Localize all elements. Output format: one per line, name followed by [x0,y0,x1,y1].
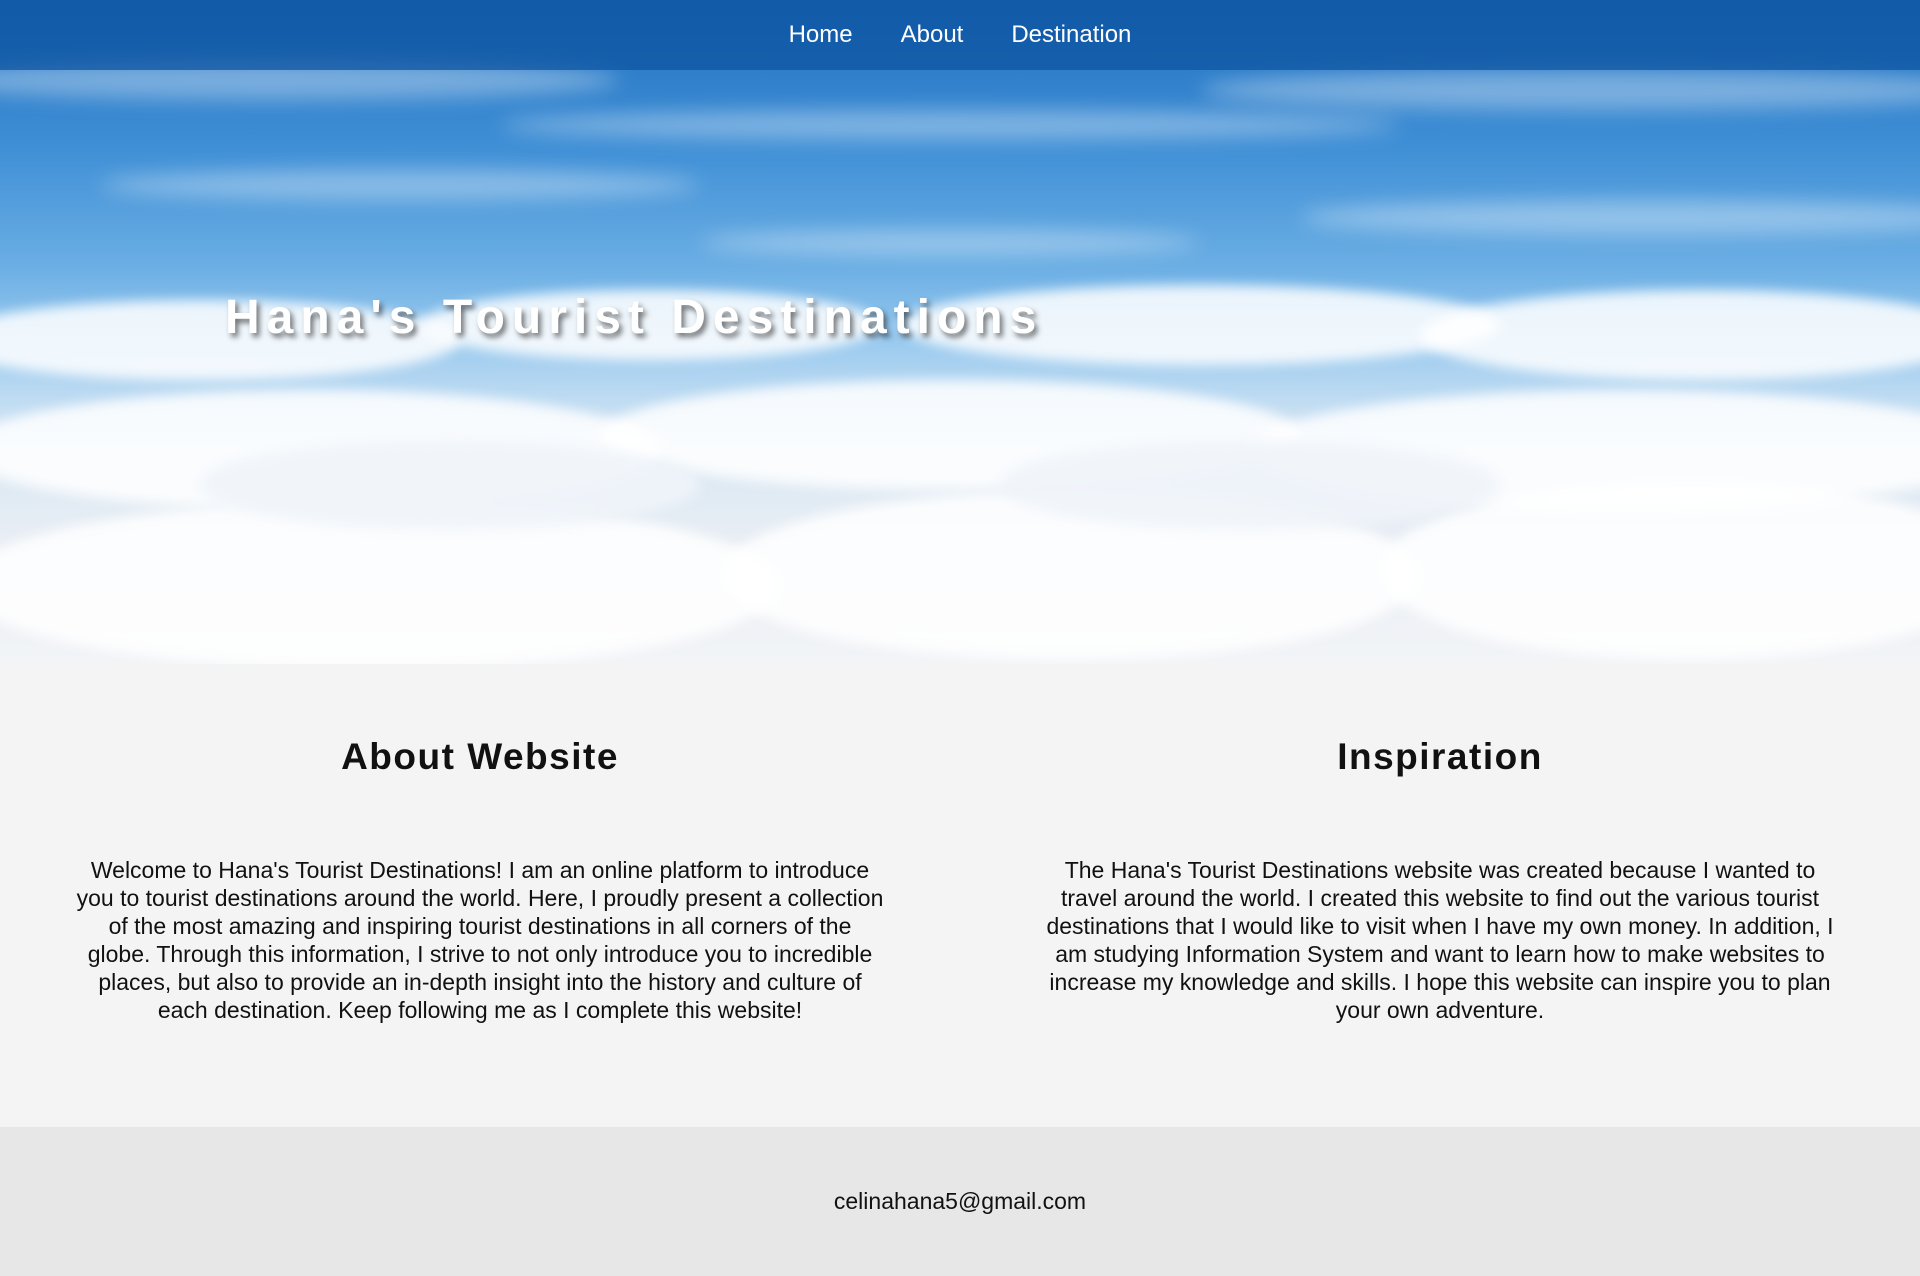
page-footer: celinahana5@gmail.com [0,1127,1920,1276]
nav-link-home[interactable]: Home [789,21,853,49]
nav-link-about[interactable]: About [901,21,964,49]
inspiration-text: The Hana's Tourist Destinations website … [1046,857,1834,1023]
hero-title: Hana's Tourist Destinations [225,291,1044,344]
inspiration-heading: Inspiration [1337,736,1543,777]
about-website-section: About Website Welcome to Hana's Tourist … [72,664,888,1024]
about-website-heading: About Website [341,736,619,777]
inspiration-section: Inspiration The Hana's Tourist Destinati… [1032,664,1848,1024]
nav-link-destination[interactable]: Destination [1011,21,1131,49]
footer-email: celinahana5@gmail.com [833,1188,1087,1214]
content-section: About Website Welcome to Hana's Tourist … [0,664,1920,1127]
about-website-text: Welcome to Hana's Tourist Destinations! … [76,857,884,1023]
hero-banner: Home About Destination Hana's Tourist De… [0,0,1920,664]
top-navbar: Home About Destination [0,0,1920,70]
